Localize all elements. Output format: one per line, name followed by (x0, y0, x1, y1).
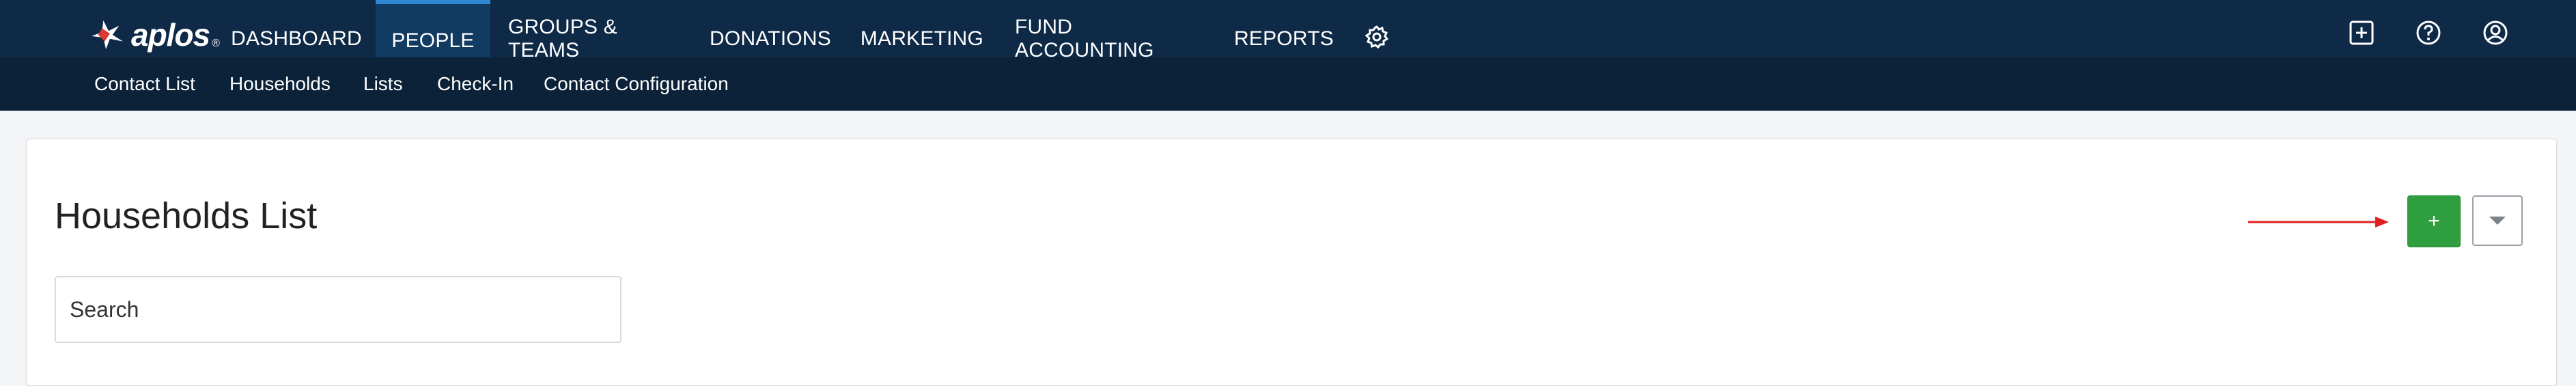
subnav-contact-list[interactable]: Contact List (94, 57, 195, 111)
caret-down-icon (2489, 217, 2506, 225)
plus-square-icon[interactable] (2348, 19, 2375, 46)
nav-donations[interactable]: DONATIONS (710, 0, 831, 57)
page-title: Households List (55, 195, 318, 236)
subnav-contact-configuration[interactable]: Contact Configuration (544, 57, 729, 111)
nav-groups-teams[interactable]: GROUPS & TEAMS (508, 0, 691, 61)
nav-reports[interactable]: REPORTS (1233, 0, 1334, 57)
nav-people[interactable]: PEOPLE (376, 0, 490, 57)
subnav-check-in[interactable]: Check-In (437, 57, 514, 111)
nav-marketing[interactable]: MARKETING (860, 0, 983, 57)
subnav-households[interactable]: Households (229, 57, 331, 111)
options-dropdown-button[interactable] (2472, 195, 2523, 246)
gear-icon[interactable] (1364, 25, 1389, 49)
help-icon[interactable] (2415, 19, 2442, 46)
add-household-button[interactable]: + (2407, 195, 2461, 247)
annotation-arrow-icon (2248, 217, 2389, 228)
search-input[interactable] (55, 276, 621, 343)
main-nav: DASHBOARD PEOPLE GROUPS & TEAMS DONATION… (0, 0, 2576, 61)
user-profile-icon[interactable] (2482, 19, 2509, 46)
households-card (26, 139, 2557, 386)
subnav-lists[interactable]: Lists (363, 57, 403, 111)
nav-fund-accounting[interactable]: FUND ACCOUNTING (1015, 0, 1201, 61)
nav-dashboard[interactable]: DASHBOARD (231, 0, 362, 57)
